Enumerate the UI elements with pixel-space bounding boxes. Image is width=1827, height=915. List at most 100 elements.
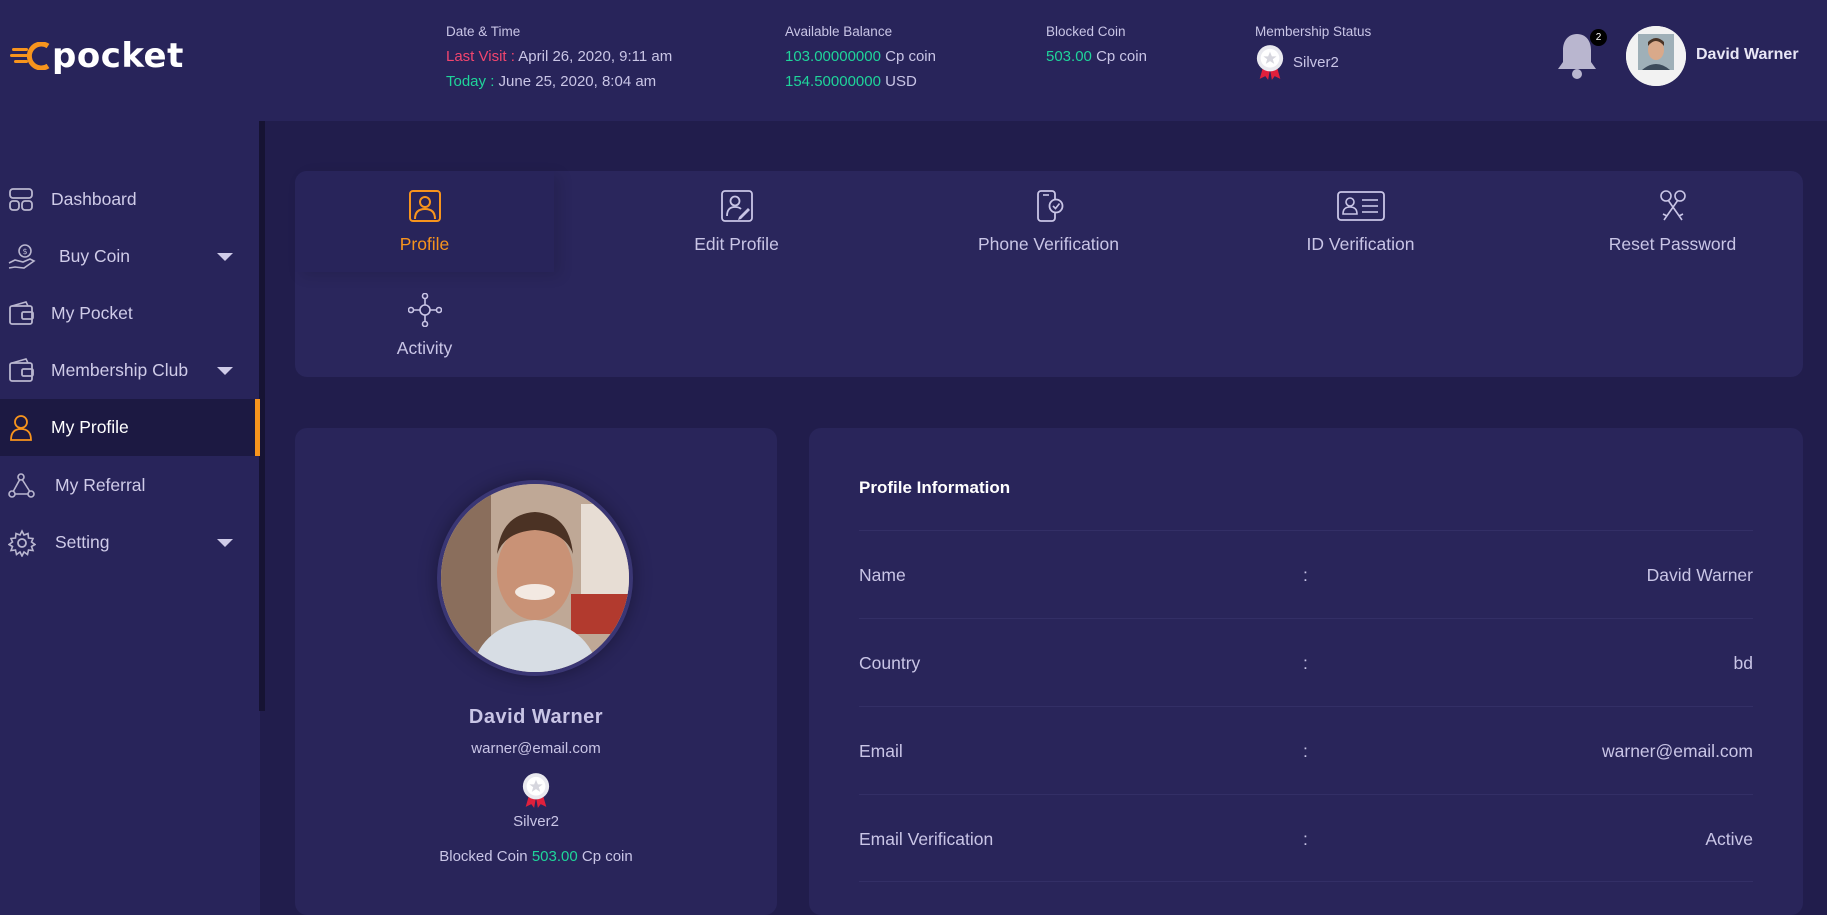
info-separator: : [1303, 741, 1308, 761]
usd-balance-unit: USD [885, 73, 917, 90]
sidebar-item-my-pocket[interactable]: My Pocket [0, 285, 260, 342]
chevron-down-icon[interactable] [217, 252, 233, 261]
profile-email: warner@email.com [471, 740, 601, 757]
share-icon [8, 472, 35, 498]
logo-mark-icon [10, 42, 50, 70]
sidebar-item-label: My Referral [55, 475, 146, 495]
sidebar-item-label: Buy Coin [59, 246, 131, 266]
sidebar-item-membership-club[interactable]: Membership Club [0, 342, 260, 399]
info-separator: : [1303, 565, 1308, 585]
keys-icon [1659, 190, 1686, 221]
header-username[interactable]: David Warner [1696, 46, 1799, 64]
info-row-email: Email : warner@email.com [859, 706, 1753, 794]
balance-caption: Available Balance [785, 24, 893, 39]
chevron-down-icon[interactable] [217, 366, 233, 375]
profile-rank: Silver2 [513, 813, 559, 830]
cp-balance-unit: Cp coin [885, 48, 936, 65]
profile-name: David Warner [468, 706, 604, 728]
wallet-icon [9, 357, 34, 382]
last-visit-label: Last Visit : [446, 48, 515, 65]
gear-icon [8, 528, 36, 557]
info-value: warner@email.com [1602, 741, 1753, 761]
profile-summary-card: David Warner warner@email.com Silver2 Bl… [295, 428, 777, 915]
notification-count-badge: 2 [1590, 29, 1607, 46]
sidebar-item-my-referral[interactable]: My Referral [0, 457, 260, 514]
blocked-unit: Cp coin [1096, 48, 1147, 65]
header-avatar[interactable] [1626, 26, 1686, 86]
profile-information-title: Profile Information [859, 478, 1011, 497]
sidebar-item-label: My Pocket [51, 303, 133, 323]
datetime-block: Date & Time Last Visit : April 26, 2020,… [446, 23, 672, 94]
phone-verification-icon [1036, 190, 1063, 222]
info-row-email-verification: Email Verification : Active [859, 794, 1753, 882]
info-key: Country [859, 653, 921, 673]
svg-text:$: $ [23, 247, 28, 256]
active-indicator [255, 399, 260, 456]
blocked-caption: Blocked Coin [1046, 24, 1126, 39]
info-value: bd [1733, 653, 1753, 673]
balance-block: Available Balance 103.00000000 Cp coin 1… [785, 23, 936, 94]
info-key: Name [859, 565, 906, 585]
last-visit-value: April 26, 2020, 9:11 am [518, 48, 673, 65]
profile-avatar [437, 480, 633, 676]
blocked-amount: 503.00 [531, 848, 578, 865]
dashboard-icon [9, 187, 33, 211]
notification-button[interactable]: 2 [1554, 29, 1607, 82]
sidebar-item-buy-coin[interactable]: $ Buy Coin [0, 228, 260, 285]
tab-label: Profile [399, 234, 450, 254]
profile-tabs-panel: Profile Edit Profile Phone Verification … [295, 171, 1803, 377]
today-label: Today : [446, 73, 495, 90]
tab-label: ID Verification [1306, 234, 1415, 254]
blocked-label: Blocked Coin [439, 848, 528, 865]
cp-balance-amount: 103.00000000 [785, 48, 881, 65]
sidebar-item-label: My Profile [51, 417, 129, 437]
info-value: David Warner [1646, 565, 1753, 585]
medal-icon [522, 773, 550, 808]
blocked-amount: 503.00 [1046, 48, 1092, 65]
user-icon [10, 414, 32, 441]
blocked-unit: Cp coin [581, 848, 633, 865]
tab-label: Edit Profile [694, 234, 779, 254]
tab-phone-verification[interactable]: Phone Verification [919, 171, 1178, 272]
buy-coin-icon: $ [8, 243, 36, 269]
sidebar-item-my-profile[interactable]: My Profile [0, 399, 260, 456]
tab-edit-profile[interactable]: Edit Profile [607, 171, 866, 272]
blocked-coin-block: Blocked Coin 503.00 Cp coin [1046, 23, 1147, 69]
info-separator: : [1303, 829, 1308, 849]
info-value: Active [1705, 829, 1753, 849]
edit-profile-icon [720, 190, 753, 222]
tab-label: Phone Verification [977, 234, 1120, 254]
wallet-icon [9, 300, 34, 325]
logo-text: pocket [52, 36, 184, 76]
avatar-image [1626, 26, 1686, 86]
profile-blocked-coin: Blocked Coin 503.00 Cp coin [295, 848, 777, 865]
sidebar-item-label: Dashboard [51, 189, 137, 209]
activity-icon [407, 293, 442, 327]
sidebar-item-dashboard[interactable]: Dashboard [0, 171, 260, 228]
membership-block: Membership Status Silver2 [1255, 23, 1371, 82]
sidebar-item-label: Membership Club [51, 360, 189, 380]
top-header: pocket Date & Time Last Visit : April 26… [0, 0, 1827, 121]
info-row-country: Country : bd [859, 618, 1753, 706]
info-separator: : [1303, 653, 1308, 673]
tab-id-verification[interactable]: ID Verification [1231, 171, 1490, 272]
tab-label: Reset Password [1608, 234, 1737, 254]
info-row-name: Name : David Warner [859, 530, 1753, 618]
usd-balance-amount: 154.50000000 [785, 73, 881, 90]
medal-icon [1256, 45, 1284, 80]
logo[interactable]: pocket [10, 36, 184, 76]
today-value: June 25, 2020, 8:04 am [498, 73, 657, 90]
sidebar-item-setting[interactable]: Setting [0, 514, 260, 571]
tab-reset-password[interactable]: Reset Password [1543, 171, 1802, 272]
datetime-caption: Date & Time [446, 24, 521, 39]
profile-photo [441, 484, 629, 672]
membership-value: Silver2 [1293, 53, 1339, 71]
info-key: Email Verification [859, 829, 994, 849]
tab-profile[interactable]: Profile [295, 171, 554, 272]
id-card-icon [1336, 191, 1385, 221]
tab-label: Activity [396, 338, 453, 358]
tab-activity[interactable]: Activity [295, 275, 554, 376]
membership-caption: Membership Status [1255, 24, 1372, 39]
profile-icon [408, 190, 441, 222]
chevron-down-icon[interactable] [217, 538, 233, 547]
